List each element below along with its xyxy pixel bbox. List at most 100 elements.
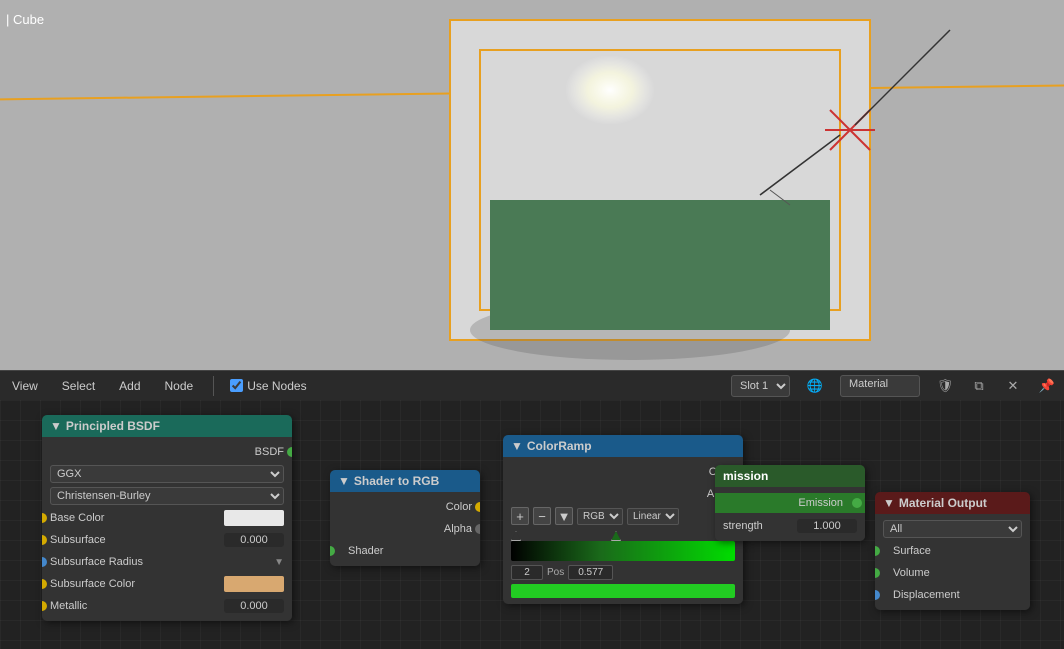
slot-select[interactable]: Slot 1 xyxy=(731,375,790,397)
use-nodes-checkbox[interactable] xyxy=(230,379,243,392)
toolbar: View Select Add Node Use Nodes Slot 1 🌐 … xyxy=(0,370,1064,400)
toolbar-add[interactable]: Add xyxy=(115,377,144,395)
cr-stop-index[interactable]: 2 xyxy=(511,565,543,580)
emission-header: mission xyxy=(715,465,865,487)
cr-expand-btn[interactable]: ▼ xyxy=(555,507,573,525)
cr-interp-select[interactable]: Linear xyxy=(627,508,679,525)
output-header: ▼ Material Output xyxy=(875,492,1030,514)
globe-icon: 🌐 xyxy=(806,377,824,395)
bsdf-subsurface-val[interactable] xyxy=(224,533,284,547)
bsdf-subradius-row: Subsurface Radius ▼ xyxy=(42,551,292,573)
viewport[interactable]: | Cube xyxy=(0,0,1064,370)
output-surface-row: Surface xyxy=(875,540,1030,562)
cr-stop-1[interactable] xyxy=(511,531,521,541)
output-volume-label: Volume xyxy=(883,567,1022,579)
bsdf-subradius-label: Subsurface Radius xyxy=(50,556,274,568)
cr-mode-select[interactable]: RGB xyxy=(577,508,623,525)
bsdf-subsurface-row: Subsurface xyxy=(42,529,292,551)
cr-pos-val[interactable]: 0.577 xyxy=(568,565,613,580)
s2rgb-arrow: ▼ xyxy=(338,474,350,488)
s2rgb-color-out-label: Color xyxy=(338,501,472,513)
colorramp-header: ▼ ColorRamp xyxy=(503,435,743,457)
colorramp-title: ColorRamp xyxy=(527,439,592,453)
node-color-ramp[interactable]: ▼ ColorRamp Color Alpha + − ▼ RGB xyxy=(503,435,743,604)
output-body: All Surface Volume Displacement xyxy=(875,514,1030,610)
cr-color-out-label: Color xyxy=(511,466,735,478)
s2rgb-alpha-out-row: Alpha xyxy=(330,518,480,540)
bsdf-basecolor-swatch[interactable] xyxy=(224,510,284,526)
toolbar-node[interactable]: Node xyxy=(161,377,198,395)
node-editor[interactable]: ▼ Principled BSDF BSDF GGX Christensen-B… xyxy=(0,400,1064,649)
output-displacement-label: Displacement xyxy=(883,589,1022,601)
bsdf-subcolor-swatch[interactable] xyxy=(224,576,284,592)
bsdf-ggx-select[interactable]: GGX xyxy=(50,465,284,483)
emission-title: mission xyxy=(723,469,768,483)
bsdf-metallic-val[interactable] xyxy=(224,599,284,613)
shield-icon[interactable]: 🛡 xyxy=(936,377,954,395)
output-volume-row: Volume xyxy=(875,562,1030,584)
cr-gradient-bar[interactable] xyxy=(511,541,735,561)
output-all-select[interactable]: All xyxy=(883,520,1022,538)
output-arrow: ▼ xyxy=(883,496,895,510)
close-icon[interactable]: ✕ xyxy=(1004,377,1022,395)
bsdf-christensen-select[interactable]: Christensen-Burley xyxy=(50,487,284,505)
cr-stops-row xyxy=(511,529,735,541)
cr-remove-btn[interactable]: − xyxy=(533,507,551,525)
cr-add-btn[interactable]: + xyxy=(511,507,529,525)
s2rgb-alpha-socket[interactable] xyxy=(475,524,480,534)
output-all-row: All xyxy=(875,518,1030,540)
output-displacement-socket[interactable] xyxy=(875,590,880,600)
cr-stop-2[interactable] xyxy=(611,531,621,541)
bsdf-basecolor-row: Base Color xyxy=(42,507,292,529)
bsdf-title: Principled BSDF xyxy=(66,419,160,433)
cr-pos-label: Pos xyxy=(547,567,564,578)
output-surface-socket[interactable] xyxy=(875,546,880,556)
node-material-output[interactable]: ▼ Material Output All Surface Volume xyxy=(875,492,1030,610)
bsdf-header: ▼ Principled BSDF xyxy=(42,415,292,437)
use-nodes-label: Use Nodes xyxy=(247,379,306,393)
bsdf-output-socket[interactable] xyxy=(287,447,292,457)
s2rgb-title: Shader to RGB xyxy=(354,474,439,488)
cr-alpha-out-label: Alpha xyxy=(511,488,735,500)
bsdf-subradius-socket[interactable] xyxy=(42,557,47,567)
bsdf-basecolor-socket[interactable] xyxy=(42,513,47,523)
viewport-overlay xyxy=(0,0,1064,370)
cr-controls: + − ▼ RGB Linear xyxy=(503,505,743,527)
node-shader-to-rgb[interactable]: ▼ Shader to RGB Color Alpha Shader xyxy=(330,470,480,566)
bsdf-subsurface-label: Subsurface xyxy=(50,534,224,546)
bsdf-metallic-label: Metallic xyxy=(50,600,224,612)
node-principled-bsdf[interactable]: ▼ Principled BSDF BSDF GGX Christensen-B… xyxy=(42,415,292,621)
s2rgb-shader-label: Shader xyxy=(338,545,472,557)
colorramp-arrow: ▼ xyxy=(511,439,523,453)
bsdf-subcolor-socket[interactable] xyxy=(42,579,47,589)
s2rgb-alpha-out-label: Alpha xyxy=(338,523,472,535)
pin-icon[interactable]: 📌 xyxy=(1038,377,1056,395)
material-name[interactable]: Material xyxy=(840,375,920,397)
emission-strength-row: strength xyxy=(715,515,865,537)
s2rgb-header: ▼ Shader to RGB xyxy=(330,470,480,492)
use-nodes-toggle[interactable]: Use Nodes xyxy=(230,379,306,393)
cr-color-out-row: Color xyxy=(503,461,743,483)
s2rgb-body: Color Alpha Shader xyxy=(330,492,480,566)
cr-gradient-area[interactable] xyxy=(503,527,743,563)
toolbar-select[interactable]: Select xyxy=(58,377,99,395)
s2rgb-color-socket[interactable] xyxy=(475,502,480,512)
node-emission[interactable]: mission Emission strength xyxy=(715,465,865,541)
output-displacement-row: Displacement xyxy=(875,584,1030,606)
bsdf-metallic-row: Metallic xyxy=(42,595,292,617)
bsdf-subsurface-socket[interactable] xyxy=(42,535,47,545)
copy-icon[interactable]: ⧉ xyxy=(970,377,988,395)
s2rgb-color-out-row: Color xyxy=(330,496,480,518)
bsdf-basecolor-label: Base Color xyxy=(50,512,224,524)
s2rgb-shader-socket[interactable] xyxy=(330,546,335,556)
emission-strength-val[interactable] xyxy=(797,519,857,533)
bsdf-subradius-expand[interactable]: ▼ xyxy=(274,557,284,568)
emission-out-socket[interactable] xyxy=(852,498,862,508)
cr-pos-row: 2 Pos 0.577 xyxy=(503,563,743,582)
bsdf-metallic-socket[interactable] xyxy=(42,601,47,611)
bsdf-christensen-row: Christensen-Burley xyxy=(42,485,292,507)
cr-output-bar xyxy=(511,584,735,598)
output-volume-socket[interactable] xyxy=(875,568,880,578)
toolbar-view[interactable]: View xyxy=(8,377,42,395)
cr-alpha-out-row: Alpha xyxy=(503,483,743,505)
